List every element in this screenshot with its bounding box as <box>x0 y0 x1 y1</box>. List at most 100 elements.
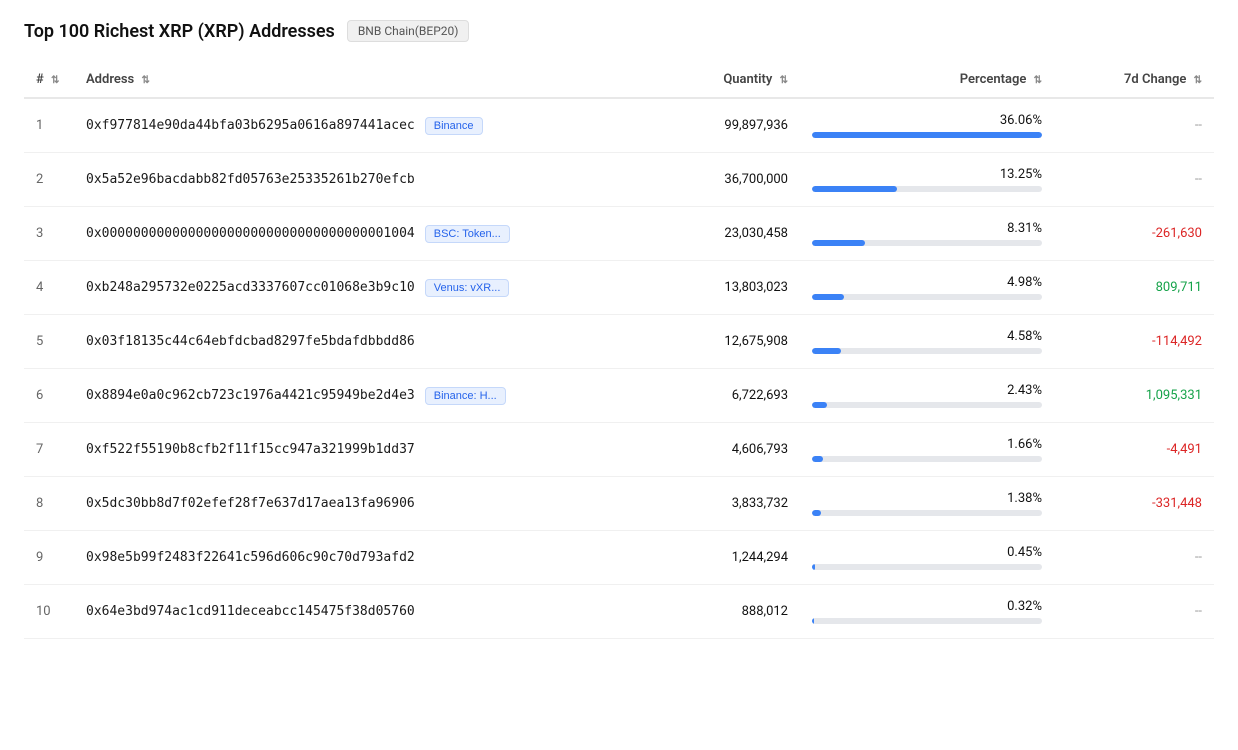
percentage-bar-fill <box>812 186 897 192</box>
cell-percentage: 8.31% <box>800 207 1054 261</box>
percentage-bar-track <box>812 240 1042 246</box>
percentage-text: 1.66% <box>1007 437 1042 452</box>
percentage-text: 0.45% <box>1007 545 1042 560</box>
percentage-text: 0.32% <box>1007 599 1042 614</box>
cell-rank: 2 <box>24 153 74 207</box>
table-row: 10 0x64e3bd974ac1cd911deceabcc145475f38d0… <box>24 585 1214 639</box>
cell-quantity: 3,833,732 <box>580 477 800 531</box>
col-header-rank[interactable]: # ⇅ <box>24 62 74 98</box>
cell-address: 0xb248a295732e0225acd3337607cc01068e3b9c… <box>74 261 580 315</box>
address-label-badge[interactable]: Binance <box>425 117 483 135</box>
address-text[interactable]: 0xb248a295732e0225acd3337607cc01068e3b9c… <box>86 280 415 295</box>
address-text[interactable]: 0x64e3bd974ac1cd911deceabcc145475f38d057… <box>86 604 415 619</box>
percentage-text: 36.06% <box>1000 113 1042 128</box>
cell-change: -- <box>1054 531 1214 585</box>
sort-icon-change: ⇅ <box>1194 75 1202 86</box>
cell-quantity: 13,803,023 <box>580 261 800 315</box>
table-row: 40xb248a295732e0225acd3337607cc01068e3b9… <box>24 261 1214 315</box>
table-header-row: # ⇅ Address ⇅ Quantity ⇅ Percentage ⇅ 7d… <box>24 62 1214 98</box>
percentage-text: 8.31% <box>1007 221 1042 236</box>
percentage-bar-track <box>812 186 1042 192</box>
address-text[interactable]: 0x03f18135c44c64ebfdcbad8297fe5bdafdbbdd… <box>86 334 415 349</box>
cell-address: 0x00000000000000000000000000000000000010… <box>74 207 580 261</box>
cell-change: -- <box>1054 153 1214 207</box>
col-header-percentage[interactable]: Percentage ⇅ <box>800 62 1054 98</box>
table-row: 6 0x8894e0a0c962cb723c1976a4421c95949be2d… <box>24 369 1214 423</box>
address-text[interactable]: 0xf977814e90da44bfa03b6295a0616a897441ac… <box>86 118 415 133</box>
percentage-text: 1.38% <box>1007 491 1042 506</box>
sort-icon-quantity: ⇅ <box>780 75 788 86</box>
cell-address: 0x8894e0a0c962cb723c1976a4421c95949be2d4… <box>74 369 580 423</box>
cell-quantity: 12,675,908 <box>580 315 800 369</box>
table-row: 7 0xf522f55190b8cfb2f11f15cc947a321999b1d… <box>24 423 1214 477</box>
cell-change: -331,448 <box>1054 477 1214 531</box>
cell-change: -4,491 <box>1054 423 1214 477</box>
address-label-badge[interactable]: BSC: Token... <box>425 225 510 243</box>
cell-address: 0x5a52e96bacdabb82fd05763e25335261b270ef… <box>74 153 580 207</box>
cell-percentage: 0.32% <box>800 585 1054 639</box>
cell-percentage: 1.66% <box>800 423 1054 477</box>
address-text[interactable]: 0x00000000000000000000000000000000000010… <box>86 226 415 241</box>
cell-rank: 7 <box>24 423 74 477</box>
cell-rank: 10 <box>24 585 74 639</box>
percentage-text: 2.43% <box>1007 383 1042 398</box>
cell-quantity: 888,012 <box>580 585 800 639</box>
sort-icon-address: ⇅ <box>141 75 149 86</box>
table-body: 1 0xf977814e90da44bfa03b6295a0616a897441a… <box>24 98 1214 639</box>
page-header: Top 100 Richest XRP (XRP) Addresses BNB … <box>24 20 1214 42</box>
percentage-text: 4.58% <box>1007 329 1042 344</box>
cell-change: 809,711 <box>1054 261 1214 315</box>
cell-rank: 3 <box>24 207 74 261</box>
percentage-bar-fill <box>812 402 827 408</box>
cell-rank: 1 <box>24 98 74 153</box>
table-row: 80x5dc30bb8d7f02efef28f7e637d17aea13fa96… <box>24 477 1214 531</box>
sort-icon-rank: ⇅ <box>51 75 59 86</box>
percentage-bar-fill <box>812 564 815 570</box>
address-text[interactable]: 0x98e5b99f2483f22641c596d606c90c70d793af… <box>86 550 415 565</box>
cell-rank: 5 <box>24 315 74 369</box>
cell-address: 0xf522f55190b8cfb2f11f15cc947a321999b1dd… <box>74 423 580 477</box>
percentage-bar-track <box>812 348 1042 354</box>
address-label-badge[interactable]: Venus: vXR... <box>425 279 510 297</box>
cell-percentage: 13.25% <box>800 153 1054 207</box>
table-row: 1 0xf977814e90da44bfa03b6295a0616a897441a… <box>24 98 1214 153</box>
address-label-badge[interactable]: Binance: H... <box>425 387 506 405</box>
percentage-bar-track <box>812 564 1042 570</box>
table-row: 2 0x5a52e96bacdabb82fd05763e25335261b270e… <box>24 153 1214 207</box>
percentage-bar-track <box>812 510 1042 516</box>
col-header-change[interactable]: 7d Change ⇅ <box>1054 62 1214 98</box>
cell-address: 0x98e5b99f2483f22641c596d606c90c70d793af… <box>74 531 580 585</box>
address-text[interactable]: 0xf522f55190b8cfb2f11f15cc947a321999b1dd… <box>86 442 415 457</box>
cell-change: -114,492 <box>1054 315 1214 369</box>
cell-address: 0x03f18135c44c64ebfdcbad8297fe5bdafdbbdd… <box>74 315 580 369</box>
cell-change: -- <box>1054 585 1214 639</box>
cell-quantity: 1,244,294 <box>580 531 800 585</box>
cell-rank: 6 <box>24 369 74 423</box>
sort-icon-percentage: ⇅ <box>1034 75 1042 86</box>
percentage-text: 4.98% <box>1007 275 1042 290</box>
percentage-bar-track <box>812 132 1042 138</box>
cell-change: -261,630 <box>1054 207 1214 261</box>
address-text[interactable]: 0x5dc30bb8d7f02efef28f7e637d17aea13fa969… <box>86 496 415 511</box>
page-wrapper: Top 100 Richest XRP (XRP) Addresses BNB … <box>0 0 1238 659</box>
percentage-bar-fill <box>812 132 1042 138</box>
table-row: 90x98e5b99f2483f22641c596d606c90c70d793a… <box>24 531 1214 585</box>
cell-address: 0x5dc30bb8d7f02efef28f7e637d17aea13fa969… <box>74 477 580 531</box>
richest-addresses-table: # ⇅ Address ⇅ Quantity ⇅ Percentage ⇅ 7d… <box>24 62 1214 639</box>
cell-address: 0xf977814e90da44bfa03b6295a0616a897441ac… <box>74 98 580 153</box>
chain-badge: BNB Chain(BEP20) <box>347 20 470 42</box>
cell-percentage: 1.38% <box>800 477 1054 531</box>
percentage-bar-track <box>812 456 1042 462</box>
cell-quantity: 99,897,936 <box>580 98 800 153</box>
table-row: 3 0x0000000000000000000000000000000000001… <box>24 207 1214 261</box>
address-text[interactable]: 0x8894e0a0c962cb723c1976a4421c95949be2d4… <box>86 388 415 403</box>
cell-quantity: 36,700,000 <box>580 153 800 207</box>
address-text[interactable]: 0x5a52e96bacdabb82fd05763e25335261b270ef… <box>86 172 415 187</box>
col-header-quantity[interactable]: Quantity ⇅ <box>580 62 800 98</box>
percentage-bar-fill <box>812 618 814 624</box>
percentage-bar-track <box>812 294 1042 300</box>
col-header-address[interactable]: Address ⇅ <box>74 62 580 98</box>
cell-quantity: 6,722,693 <box>580 369 800 423</box>
percentage-bar-fill <box>812 294 844 300</box>
percentage-bar-track <box>812 618 1042 624</box>
